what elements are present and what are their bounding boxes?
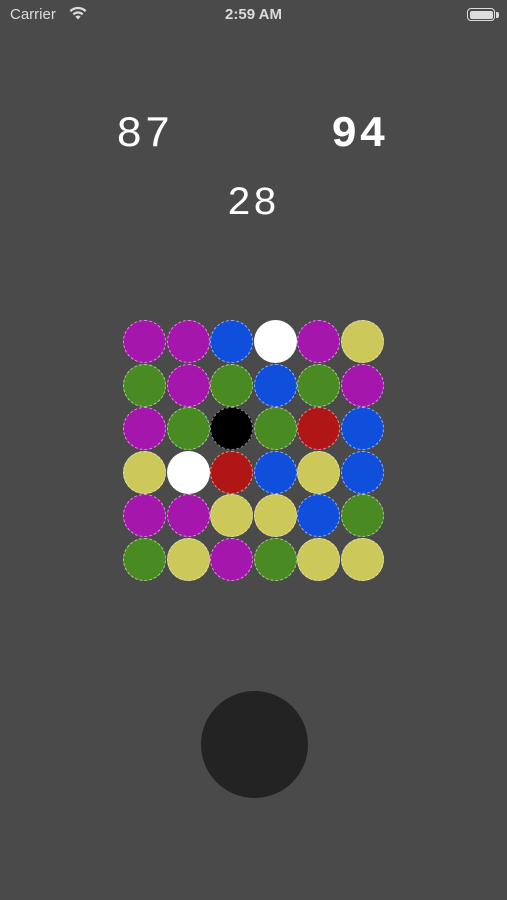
board-cell-blue[interactable] bbox=[297, 494, 340, 537]
battery-tip bbox=[496, 12, 499, 18]
board-cell-blue[interactable] bbox=[253, 450, 297, 494]
board-cell-purple[interactable] bbox=[210, 537, 253, 581]
board-cell-white[interactable] bbox=[166, 450, 210, 494]
board-cell-red[interactable] bbox=[210, 450, 253, 494]
board-cell-yellow[interactable] bbox=[210, 494, 253, 537]
battery-icon bbox=[467, 8, 495, 21]
status-time: 2:59 AM bbox=[225, 6, 282, 23]
board-cell-yellow[interactable] bbox=[166, 537, 210, 581]
board-cell-purple[interactable] bbox=[340, 363, 384, 407]
board-cell-purple[interactable] bbox=[166, 363, 210, 407]
board-cell-purple[interactable] bbox=[166, 320, 210, 363]
board-cell-white[interactable] bbox=[253, 320, 297, 363]
board-cell-blue[interactable] bbox=[210, 320, 253, 363]
player-score-right: 94 bbox=[331, 110, 388, 160]
board-cell-purple[interactable] bbox=[123, 407, 166, 450]
board-cell-yellow[interactable] bbox=[297, 537, 340, 581]
board-cell-purple[interactable] bbox=[123, 494, 166, 537]
board-cell-green[interactable] bbox=[297, 363, 340, 407]
board-cell-yellow[interactable] bbox=[340, 320, 384, 363]
board-cell-blue[interactable] bbox=[340, 407, 384, 450]
board-cell-green[interactable] bbox=[123, 537, 166, 581]
board-cell-green[interactable] bbox=[210, 363, 253, 407]
board-cell-red[interactable] bbox=[297, 407, 340, 450]
board-cell-yellow[interactable] bbox=[297, 450, 340, 494]
board-cell-purple[interactable] bbox=[166, 494, 210, 537]
board-cell-black[interactable] bbox=[210, 407, 253, 450]
battery-level bbox=[469, 10, 493, 19]
board-cell-green[interactable] bbox=[166, 407, 210, 450]
board-cell-blue[interactable] bbox=[340, 450, 384, 494]
board-cell-green[interactable] bbox=[340, 494, 384, 537]
status-bar: Carrier 2:59 AM bbox=[0, 0, 507, 30]
moves-counter: 28 bbox=[227, 182, 280, 227]
board-cell-green[interactable] bbox=[123, 363, 166, 407]
action-button[interactable] bbox=[201, 691, 308, 798]
board-cell-blue[interactable] bbox=[253, 363, 297, 407]
board-cell-purple[interactable] bbox=[123, 320, 166, 363]
board-cell-green[interactable] bbox=[253, 537, 297, 581]
board-cell-green[interactable] bbox=[253, 407, 297, 450]
board-cell-yellow[interactable] bbox=[340, 537, 384, 581]
player-score-left: 87 bbox=[116, 110, 173, 160]
board-cell-purple[interactable] bbox=[297, 320, 340, 363]
board-cell-yellow[interactable] bbox=[123, 450, 166, 494]
board-cell-yellow[interactable] bbox=[253, 494, 297, 537]
game-board bbox=[123, 320, 385, 582]
